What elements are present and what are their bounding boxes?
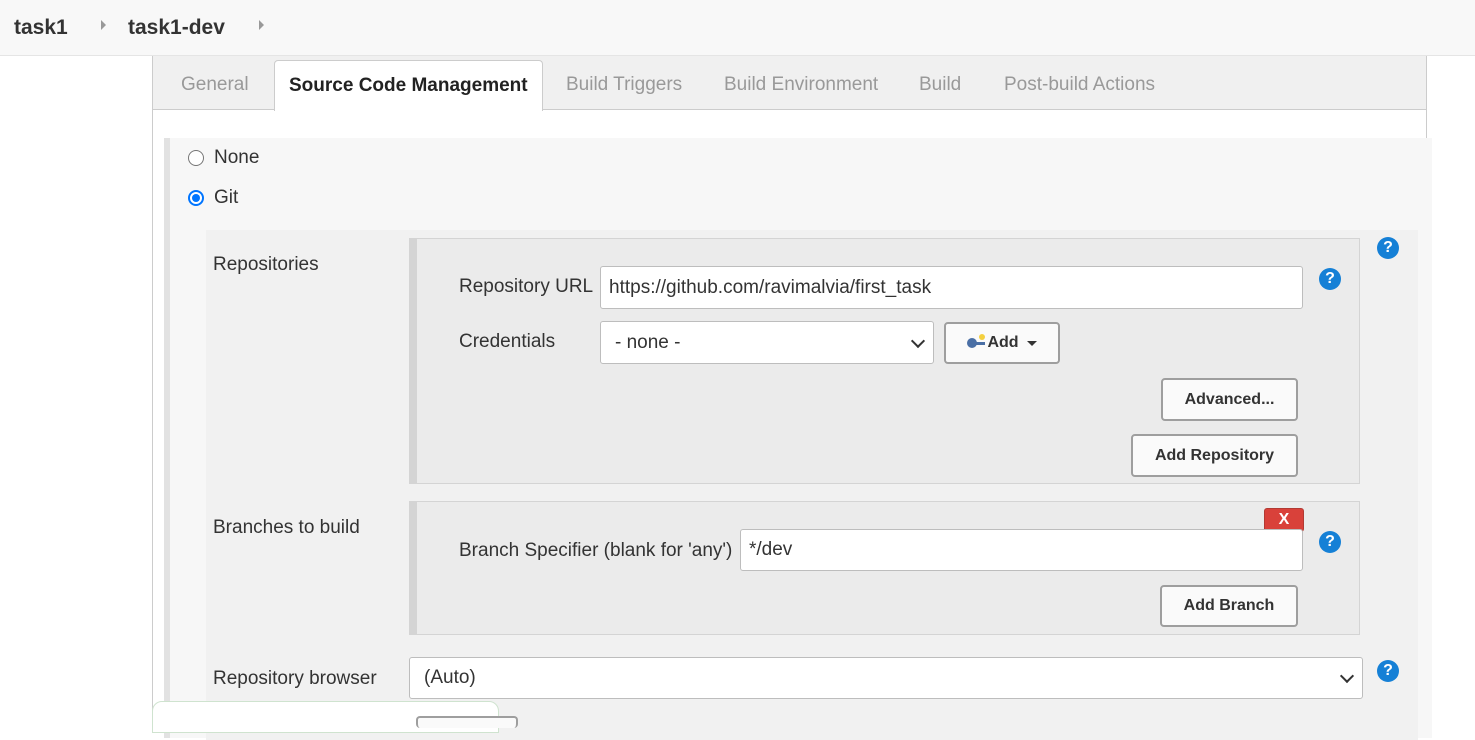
repository-url-label: Repository URL [459,276,594,297]
repo-browser-help-icon[interactable]: ? [1377,660,1399,682]
delete-branch-label: X [1278,511,1290,528]
tab-build[interactable]: Build [919,56,961,109]
breadcrumb-item-task1[interactable]: task1 [14,16,68,40]
add-repository-button[interactable]: Add Repository [1131,434,1298,477]
scm-option-none[interactable]: None [188,147,259,169]
add-branch-button[interactable]: Add Branch [1160,585,1298,627]
repo-browser-label: Repository browser [213,668,377,689]
tab-general[interactable]: General [181,56,249,109]
repository-url-input[interactable]: https://github.com/ravimalvia/first_task [600,266,1303,309]
credentials-value: - none - [615,331,681,353]
breadcrumb-item-task1-dev[interactable]: task1-dev [128,16,225,40]
advanced-label: Advanced... [1184,390,1275,408]
radio-git-label: Git [214,187,239,208]
chevron-down-icon [1339,668,1355,684]
radio-git[interactable] [188,190,204,206]
radio-none-label: None [214,147,260,168]
repositories-help-icon[interactable]: ? [1377,237,1399,259]
branch-specifier-input[interactable]: */dev [740,529,1303,571]
git-settings: Repositories ? Repository URL https://gi… [206,230,1418,740]
repo-browser-value: (Auto) [424,667,476,688]
add-branch-label: Add Branch [1183,597,1275,614]
branch-specifier-help-icon[interactable]: ? [1319,531,1341,553]
tab-build-triggers[interactable]: Build Triggers [566,56,682,109]
config-panel: General Source Code Management Build Tri… [152,56,1432,740]
breadcrumb: task1 task1-dev [0,0,1475,56]
add-repository-label: Add Repository [1154,446,1275,464]
repo-browser-select[interactable]: (Auto) [409,657,1363,699]
credentials-label: Credentials [459,331,556,352]
tab-source-code-management[interactable]: Source Code Management [274,60,543,111]
credentials-select[interactable]: - none - [600,321,934,364]
caret-down-icon [1026,340,1037,346]
breadcrumb-separator-icon[interactable] [101,20,106,30]
repository-url-value: https://github.com/ravimalvia/first_task [609,276,932,298]
scm-section: None Git Repositories ? Repository URL h… [164,138,1432,740]
repositories-label: Repositories [213,254,319,275]
breadcrumb-separator-icon[interactable] [259,20,264,30]
branch-box: X Branch Specifier (blank for 'any') */d… [409,501,1360,635]
chevron-down-icon [910,333,926,348]
branches-label: Branches to build [213,517,360,538]
radio-none[interactable] [188,150,204,166]
config-tab-bar: General Source Code Management Build Tri… [153,56,1426,111]
repository-box: Repository URL https://github.com/ravima… [409,238,1360,484]
advanced-button[interactable]: Advanced... [1161,378,1298,421]
branch-specifier-label: Branch Specifier (blank for 'any') [459,540,733,561]
repository-url-help-icon[interactable]: ? [1319,268,1341,290]
scm-option-git[interactable]: Git [188,187,238,209]
key-icon [967,334,986,349]
tab-build-environment[interactable]: Build Environment [724,56,878,109]
partial-button[interactable] [416,716,518,728]
branch-specifier-value: */dev [749,539,793,560]
add-credentials-label: Add [987,334,1019,351]
add-credentials-button[interactable]: Add [944,322,1060,364]
tab-post-build-actions[interactable]: Post-build Actions [1004,56,1155,109]
